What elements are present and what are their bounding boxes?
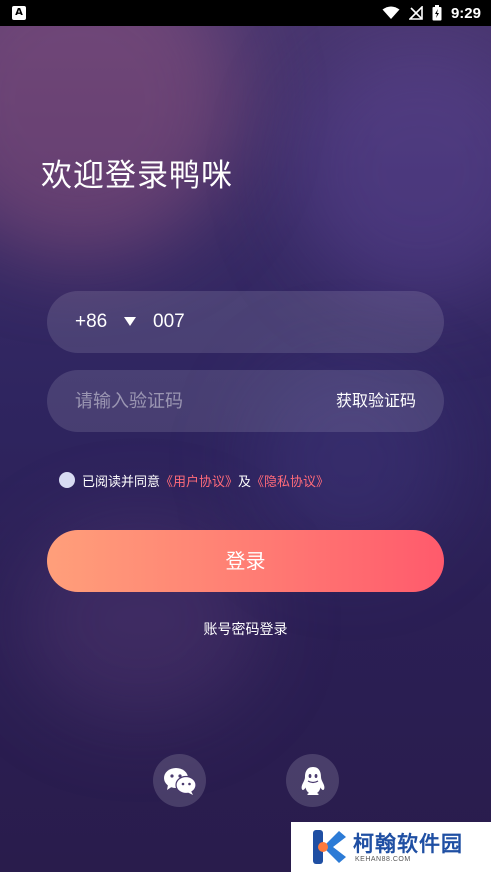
site-watermark: 柯翰软件园 KEHAN88.COM bbox=[291, 822, 491, 872]
get-code-button[interactable]: 获取验证码 bbox=[336, 370, 416, 432]
watermark-url: KEHAN88.COM bbox=[355, 856, 411, 863]
page-title: 欢迎登录鸭咪 bbox=[41, 158, 233, 194]
verification-code-input[interactable] bbox=[75, 370, 315, 432]
qq-icon bbox=[301, 766, 324, 795]
privacy-policy-link[interactable]: 《隐私协议》 bbox=[251, 471, 329, 490]
watermark-name: 柯翰软件园 bbox=[353, 832, 463, 856]
verification-code-field: 获取验证码 bbox=[47, 370, 444, 432]
agreement-conjunction: 及 bbox=[238, 474, 252, 490]
app-notification-icon: A bbox=[12, 6, 26, 20]
caret-down-icon[interactable] bbox=[124, 317, 136, 326]
phone-field: +86 007 bbox=[47, 291, 444, 353]
status-bar: A 9:29 bbox=[0, 0, 491, 26]
kehan-logo-icon bbox=[313, 830, 346, 864]
battery-charging-icon bbox=[432, 5, 442, 21]
wechat-login-button[interactable] bbox=[153, 754, 206, 807]
login-screen: A 9:29 欢迎登录鸭咪 +86 007 获取验证码 bbox=[0, 0, 491, 872]
agreement-prefix: 已阅读并同意 bbox=[82, 474, 161, 490]
phone-input[interactable]: 007 bbox=[153, 291, 185, 353]
status-time: 9:29 bbox=[450, 4, 481, 22]
country-code-selector[interactable]: +86 bbox=[75, 291, 107, 353]
wechat-icon bbox=[163, 767, 197, 795]
status-icons: 9:29 bbox=[382, 0, 481, 26]
login-button[interactable]: 登录 bbox=[47, 530, 444, 592]
wifi-icon bbox=[382, 6, 400, 19]
user-agreement-link[interactable]: 《用户协议》 bbox=[160, 471, 238, 490]
agreement-row: 已阅读并同意 《用户协议》 及 《隐私协议》 bbox=[59, 470, 329, 490]
password-login-link[interactable]: 账号密码登录 bbox=[0, 619, 491, 639]
qq-login-button[interactable] bbox=[286, 754, 339, 807]
agreement-checkbox[interactable] bbox=[59, 472, 75, 488]
no-signal-icon bbox=[408, 6, 423, 20]
